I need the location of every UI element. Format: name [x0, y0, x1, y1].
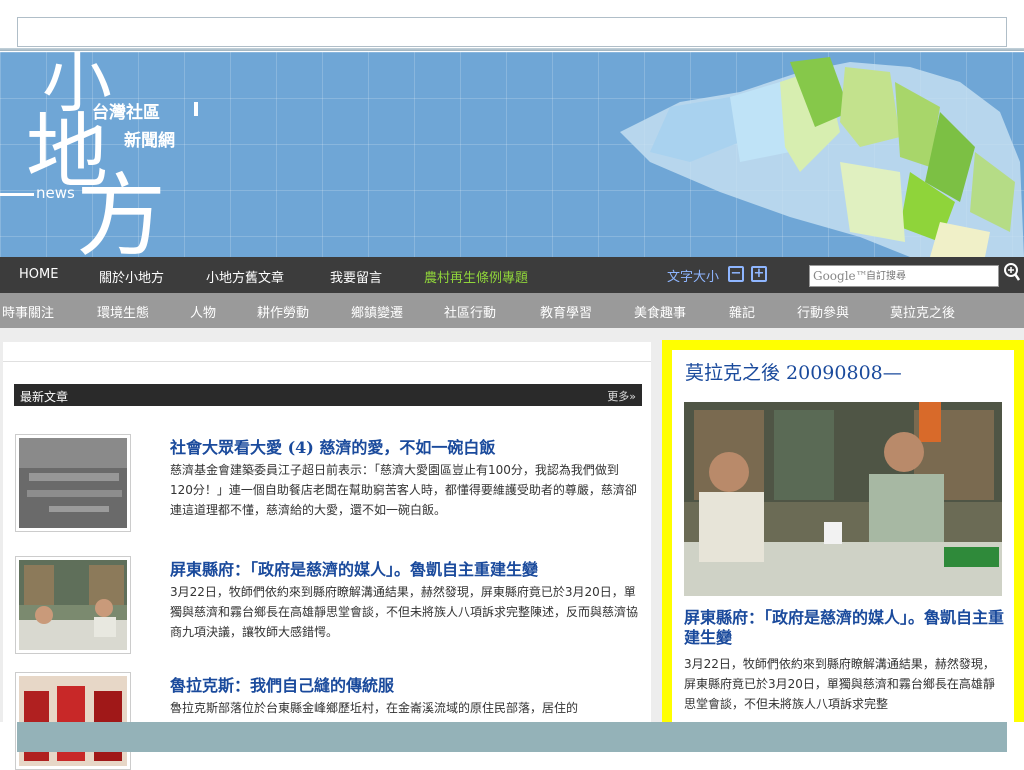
- logo-news-bar: [0, 193, 34, 196]
- latest-heading: 最新文章: [20, 390, 69, 404]
- logo-subtitle-line2: 新聞網: [124, 131, 175, 151]
- nav-food[interactable]: 美食趣事: [634, 302, 686, 321]
- nav-people[interactable]: 人物: [190, 302, 216, 321]
- article-thumbnail[interactable]: [15, 556, 131, 654]
- logo-news: news: [36, 184, 75, 202]
- article-image: [19, 438, 127, 528]
- browser-topbar: [0, 0, 1024, 52]
- nav-about[interactable]: 關於小地方: [99, 267, 164, 286]
- nav-farming[interactable]: 耕作勞動: [257, 302, 309, 321]
- nav-leave-message[interactable]: 我要留言: [330, 267, 382, 286]
- more-link[interactable]: 更多»: [607, 388, 636, 404]
- article-image: [19, 560, 127, 650]
- nav-old-articles[interactable]: 小地方舊文章: [206, 267, 284, 286]
- nav-action[interactable]: 行動參與: [797, 302, 849, 321]
- featured-inner: 莫拉克之後 20090808— 屏東縣府：「政府是慈濟的媒人」。魯凱自主重建生變…: [672, 350, 1014, 722]
- featured-panel: 莫拉克之後 20090808— 屏東縣府：「政府是慈濟的媒人」。魯凱自主重建生變…: [662, 340, 1024, 722]
- logo-char-fang: 方: [76, 164, 166, 258]
- latest-header: 最新文章 更多»: [14, 384, 642, 406]
- featured-subtitle[interactable]: 屏東縣府：「政府是慈濟的媒人」。魯凱自主重建生變: [684, 608, 1004, 648]
- nav-rural-special[interactable]: 農村再生條例專題: [424, 267, 528, 286]
- featured-title[interactable]: 莫拉克之後 20090808—: [685, 358, 902, 385]
- search-icon[interactable]: [1002, 261, 1020, 283]
- font-size-label: 文字大小: [667, 270, 720, 285]
- article-desc: 魯拉克斯部落位於台東縣金峰鄉歷坵村，在金崙溪流域的原住民部落，居住的: [170, 701, 579, 715]
- main-content: 最新文章 更多» 社會大眾看大愛 (4) 慈濟的愛，不如一碗白飯 慈濟基金會建築…: [0, 328, 1024, 770]
- taiwan-map-illustration: [620, 57, 1024, 257]
- secondary-nav: 時事關注 環境生態 人物 耕作勞動 鄉鎮變遷 社區行動 教育學習 美食趣事 雜記…: [0, 293, 1024, 328]
- article-title[interactable]: 社會大眾看大愛 (4) 慈濟的愛，不如一碗白飯: [170, 434, 495, 458]
- nav-current-affairs[interactable]: 時事關注: [2, 302, 54, 321]
- bottom-bar: [17, 722, 1007, 752]
- top-divider: [0, 48, 1024, 51]
- nav-misc[interactable]: 雜記: [729, 302, 755, 321]
- article-thumbnail[interactable]: [15, 672, 131, 770]
- font-increase-button[interactable]: +: [751, 266, 767, 282]
- nav-home[interactable]: HOME: [19, 267, 58, 282]
- nav-after-morakot[interactable]: 莫拉克之後: [890, 302, 955, 321]
- article-desc: 3月22日，牧師們依約來到縣府瞭解溝通結果，赫然發現，屏東縣府竟已於3月20日，…: [170, 585, 639, 639]
- site-banner: 小 地 方 台灣社區 新聞網 news: [0, 52, 1024, 257]
- nav-community[interactable]: 社區行動: [444, 302, 496, 321]
- top-frame: [17, 17, 1007, 47]
- google-brand: Google™: [813, 269, 868, 283]
- featured-image[interactable]: [684, 402, 1002, 596]
- nav-education[interactable]: 教育學習: [540, 302, 592, 321]
- featured-desc: 3月22日，牧師們依約來到縣府瞭解溝通結果，赫然發現，屏東縣府竟已於3月20日，…: [684, 657, 995, 711]
- search-box: Google™: [809, 265, 999, 287]
- logo-subtitle-line1: 台灣社區: [92, 103, 160, 123]
- article-image: [19, 676, 127, 766]
- primary-nav: HOME 關於小地方 小地方舊文章 我要留言 農村再生條例專題 文字大小 − +…: [0, 257, 1024, 293]
- left-top-strip: [3, 342, 651, 362]
- logo-tick: [194, 102, 198, 116]
- article-title[interactable]: 屏東縣府：「政府是慈濟的媒人」。魯凱自主重建生變: [170, 556, 538, 580]
- article-desc: 慈濟基金會建築委員江子超日前表示：「慈濟大愛園區豈止有100分，我認為我們做到1…: [170, 463, 637, 517]
- nav-township[interactable]: 鄉鎮變遷: [351, 302, 403, 321]
- search-input[interactable]: [866, 268, 994, 284]
- latest-articles-column: 最新文章 更多» 社會大眾看大愛 (4) 慈濟的愛，不如一碗白飯 慈濟基金會建築…: [3, 342, 651, 770]
- font-decrease-button[interactable]: −: [728, 266, 744, 282]
- nav-environment[interactable]: 環境生態: [97, 302, 149, 321]
- article-title[interactable]: 魯拉克斯：我們自己縫的傳統服: [170, 672, 394, 696]
- article-thumbnail[interactable]: [15, 434, 131, 532]
